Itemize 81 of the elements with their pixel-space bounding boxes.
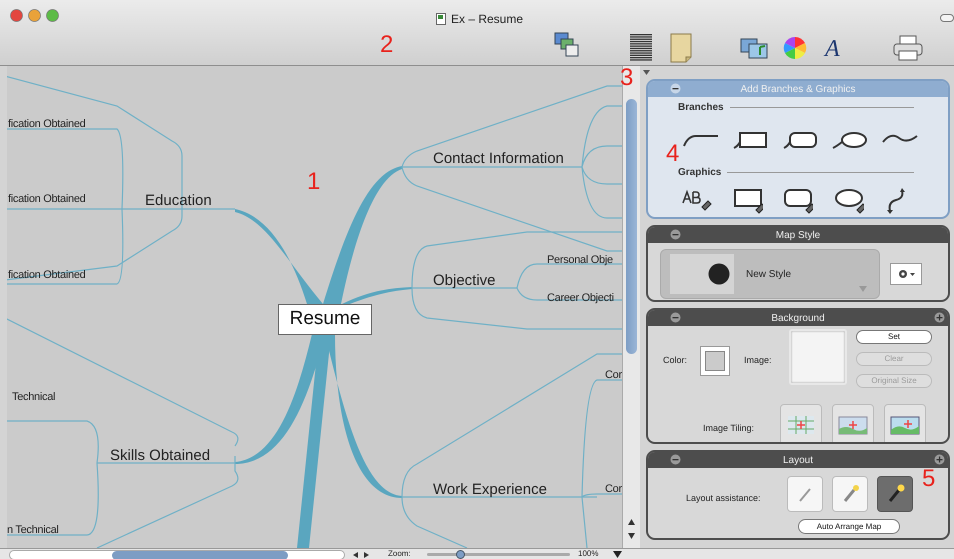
panel-title: Add Branches & Graphics — [740, 82, 856, 96]
subtopic[interactable]: n Technical — [7, 522, 59, 538]
subtopic[interactable]: fication Obtained — [8, 116, 86, 132]
subtopic[interactable]: fication Obtained — [8, 267, 86, 284]
dropdown-arrow-icon — [859, 286, 867, 292]
settings-button[interactable] — [890, 263, 922, 285]
callout-number: 4 — [666, 142, 680, 166]
scroll-thumb[interactable] — [626, 99, 637, 354]
horizontal-scrollbar[interactable] — [9, 550, 345, 559]
subtopic[interactable]: Personal Obje — [547, 252, 613, 268]
zoom-menu-icon[interactable] — [613, 551, 622, 558]
auto-arrange-button[interactable]: Auto Arrange Map — [798, 519, 900, 534]
panel-title: Layout — [782, 454, 814, 468]
close-button[interactable] — [10, 9, 23, 22]
callout-number: 3 — [620, 66, 634, 90]
color-label: Color: — [663, 354, 688, 367]
outline-icon[interactable] — [630, 34, 652, 62]
expand-icon[interactable] — [934, 454, 945, 465]
slider-thumb[interactable] — [456, 550, 465, 559]
windows-icon[interactable] — [554, 32, 580, 58]
scroll-down-icon[interactable] — [627, 532, 636, 540]
fonts-button[interactable]: A — [825, 36, 840, 61]
print-icon[interactable] — [893, 34, 923, 61]
rectangle-branch-icon[interactable] — [732, 130, 769, 150]
layout-assistance-label: Layout assistance: — [686, 492, 761, 505]
toolbar-toggle-button[interactable] — [940, 14, 954, 22]
branch-topic[interactable]: Contact Information — [433, 148, 564, 170]
expand-icon[interactable] — [934, 312, 945, 323]
layout-mode-button[interactable] — [877, 476, 913, 512]
tiling-button[interactable] — [884, 404, 926, 442]
collapse-icon[interactable] — [670, 229, 681, 240]
scroll-right-icon[interactable] — [364, 552, 370, 558]
image-label: Image: — [744, 354, 772, 367]
tiling-label: Image Tiling: — [703, 422, 754, 435]
subtopic[interactable]: Career Objecti — [547, 290, 614, 306]
panel-menu-icon[interactable] — [642, 69, 651, 76]
callout-number: 1 — [307, 170, 320, 194]
callout-number: 2 — [380, 33, 394, 57]
zoom-value: 100% — [578, 550, 598, 558]
minimize-button[interactable] — [28, 9, 41, 22]
vertical-scrollbar[interactable] — [622, 66, 640, 548]
collapse-icon[interactable] — [670, 454, 681, 465]
notes-icon[interactable] — [670, 32, 692, 63]
caret-icon — [910, 272, 914, 276]
panel-title: Map Style — [776, 228, 820, 242]
rounded-shape-icon[interactable] — [783, 188, 813, 214]
subtopic[interactable]: Cor — [605, 481, 622, 498]
style-picker[interactable]: New Style — [660, 249, 880, 299]
color-well[interactable] — [700, 346, 730, 376]
panel-title: Background — [771, 312, 825, 326]
branch-topic[interactable]: Skills Obtained — [110, 445, 210, 468]
scroll-up-icon[interactable] — [627, 518, 636, 526]
media-icon[interactable] — [740, 36, 770, 60]
collapse-icon[interactable] — [670, 312, 681, 323]
subtopic[interactable]: Cor — [605, 367, 622, 384]
tiling-button[interactable] — [832, 404, 874, 442]
section-label: Graphics — [678, 166, 722, 180]
zoom-slider[interactable] — [427, 553, 570, 556]
collapse-icon[interactable] — [670, 83, 681, 94]
oval-branch-icon[interactable] — [831, 130, 868, 150]
rounded-branch-icon[interactable] — [782, 130, 818, 150]
document-icon — [436, 13, 446, 25]
callout-number: 5 — [922, 467, 936, 491]
central-topic[interactable]: Resume — [278, 304, 372, 335]
oval-shape-icon[interactable] — [834, 188, 864, 214]
subtopic[interactable]: Technical — [12, 389, 56, 406]
settings-icon — [898, 269, 908, 279]
branch-topic[interactable]: Work Experience — [433, 479, 547, 502]
branch-topic[interactable]: Education — [145, 190, 212, 212]
zoom-button[interactable] — [46, 9, 59, 22]
window-title: Ex – Resume — [451, 11, 524, 28]
scroll-thumb[interactable] — [112, 551, 288, 559]
branch-topic[interactable]: Objective — [433, 270, 496, 292]
style-preview-icon — [708, 263, 730, 285]
scroll-left-icon[interactable] — [353, 552, 359, 558]
background-button[interactable]: Set — [856, 330, 932, 344]
subtopic[interactable]: fication Obtained — [8, 191, 86, 208]
rectangle-shape-icon[interactable] — [732, 188, 762, 214]
color-wheel-icon[interactable] — [783, 36, 807, 60]
section-label: Branches — [678, 101, 724, 115]
zoom-label: Zoom: — [388, 550, 411, 558]
